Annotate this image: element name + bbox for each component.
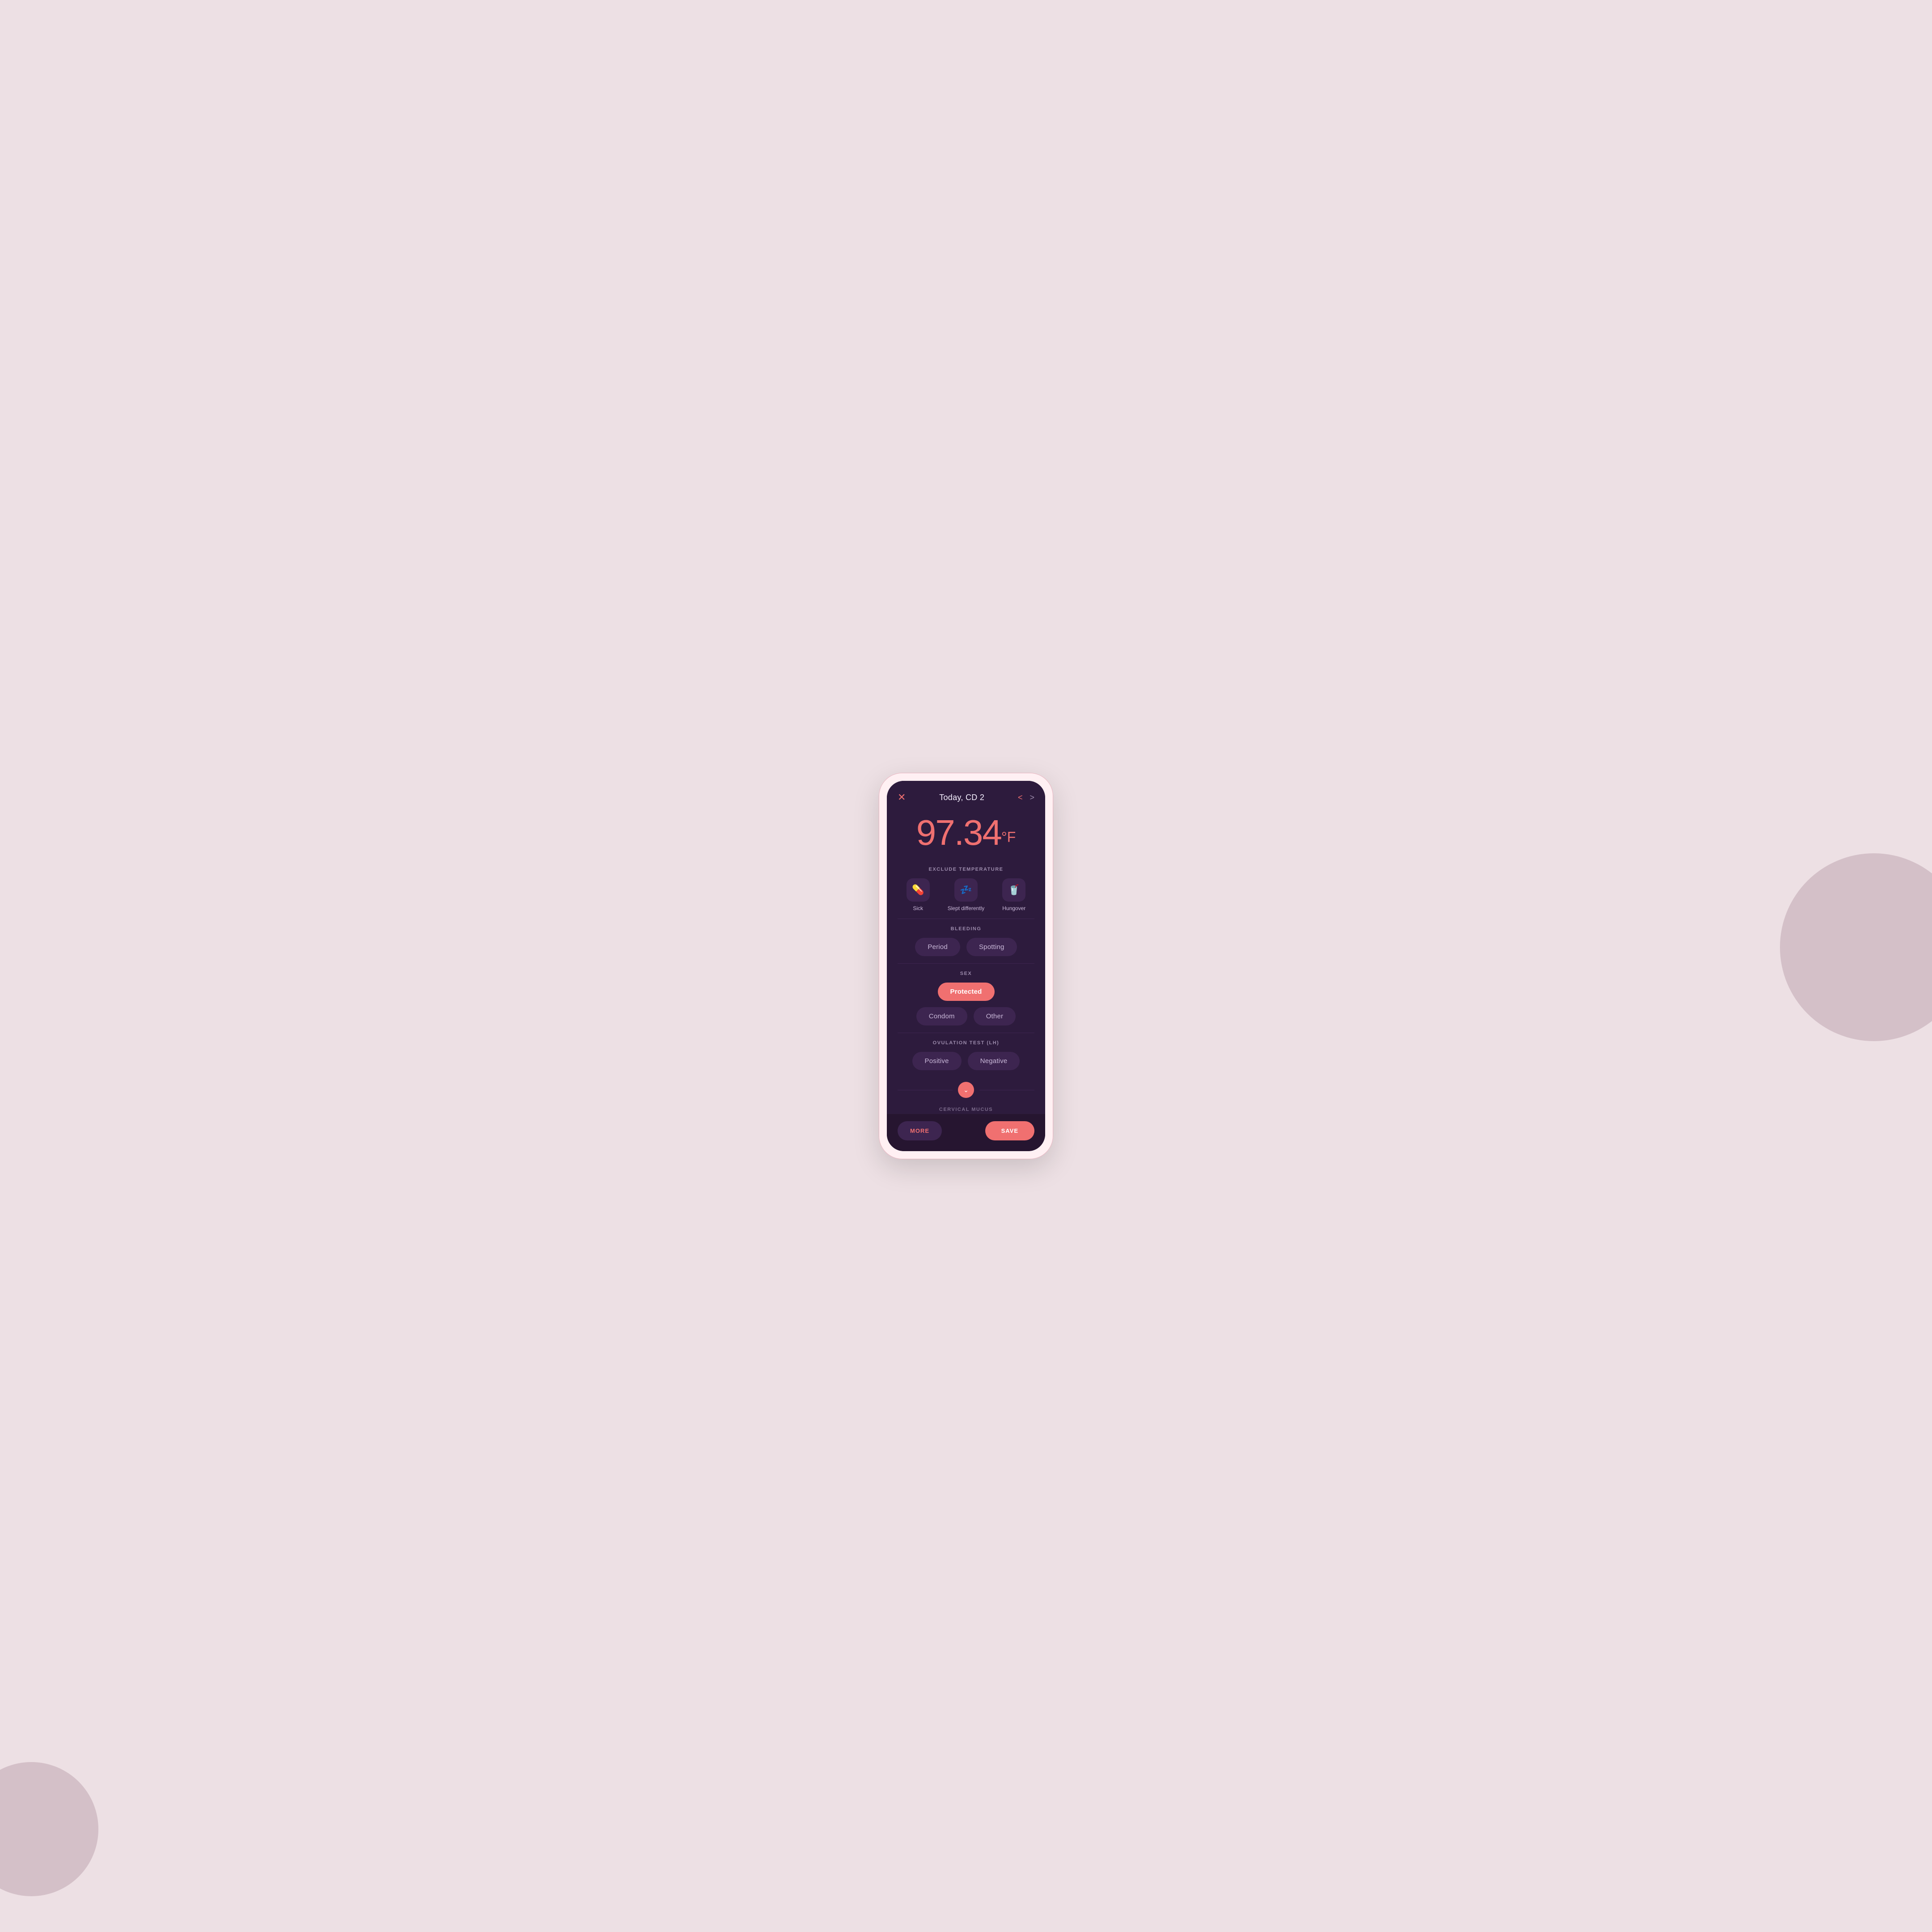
hungover-icon: 🥤 bbox=[1002, 878, 1025, 902]
bleeding-section: BLEEDING Period Spotting bbox=[887, 919, 1045, 963]
slept-differently-label: Slept differently bbox=[948, 905, 985, 911]
nav-back-button[interactable]: < bbox=[1018, 793, 1023, 802]
save-button[interactable]: SAVE bbox=[985, 1121, 1034, 1140]
hungover-option[interactable]: 🥤 Hungover bbox=[1002, 878, 1025, 911]
protected-button[interactable]: Protected bbox=[938, 983, 995, 1001]
header-title: Today, CD 2 bbox=[939, 793, 984, 802]
exclude-temperature-section: EXCLUDE TEMPERATURE 💊 Sick 💤 Slept diffe… bbox=[887, 860, 1045, 919]
close-button[interactable]: ✕ bbox=[898, 792, 906, 803]
hungover-label: Hungover bbox=[1002, 905, 1025, 911]
ovulation-test-options: Positive Negative bbox=[898, 1052, 1034, 1070]
cervical-mucus-hint: CERVICAL MUCUS bbox=[887, 1102, 1045, 1114]
temperature-value: 97.34 bbox=[916, 813, 1001, 852]
exclude-temperature-label: EXCLUDE TEMPERATURE bbox=[898, 867, 1034, 872]
phone-frame: ✕ Today, CD 2 < > 97.34°F EXCLUDE TEMPER… bbox=[879, 773, 1053, 1159]
period-button[interactable]: Period bbox=[915, 938, 960, 956]
exclude-temperature-options: 💊 Sick 💤 Slept differently 🥤 Hungover bbox=[898, 878, 1034, 911]
ovulation-test-section: OVULATION TEST (LH) Positive Negative bbox=[887, 1033, 1045, 1077]
expand-button[interactable]: ⌄ bbox=[958, 1082, 974, 1098]
temperature-section: 97.34°F bbox=[887, 810, 1045, 860]
sick-label: Sick bbox=[913, 905, 923, 911]
bg-decoration-left bbox=[0, 1762, 98, 1896]
nav-forward-button[interactable]: > bbox=[1030, 793, 1034, 802]
sex-secondary-options: Condom Other bbox=[898, 1007, 1034, 1025]
header-navigation: < > bbox=[1018, 793, 1034, 802]
sex-label: SEX bbox=[898, 971, 1034, 976]
sick-option[interactable]: 💊 Sick bbox=[907, 878, 930, 911]
slept-differently-option[interactable]: 💤 Slept differently bbox=[948, 878, 985, 911]
temperature-unit: °F bbox=[1001, 829, 1016, 845]
more-button[interactable]: MORE bbox=[898, 1121, 942, 1140]
sex-primary-options: Protected bbox=[898, 983, 1034, 1001]
ovulation-test-label: OVULATION TEST (LH) bbox=[898, 1040, 1034, 1046]
temperature-display[interactable]: 97.34°F bbox=[898, 815, 1034, 851]
other-button[interactable]: Other bbox=[974, 1007, 1016, 1025]
sex-section: SEX Protected Condom Other bbox=[887, 964, 1045, 1033]
bg-decoration-right bbox=[1780, 853, 1932, 1041]
bottom-bar: MORE SAVE bbox=[887, 1114, 1045, 1151]
positive-button[interactable]: Positive bbox=[912, 1052, 962, 1070]
expand-section: ⌄ bbox=[887, 1077, 1045, 1102]
bleeding-options: Period Spotting bbox=[898, 938, 1034, 956]
phone-screen: ✕ Today, CD 2 < > 97.34°F EXCLUDE TEMPER… bbox=[887, 781, 1045, 1151]
condom-button[interactable]: Condom bbox=[916, 1007, 967, 1025]
sick-icon: 💊 bbox=[907, 878, 930, 902]
slept-differently-icon: 💤 bbox=[954, 878, 978, 902]
negative-button[interactable]: Negative bbox=[968, 1052, 1020, 1070]
screen-content: ✕ Today, CD 2 < > 97.34°F EXCLUDE TEMPER… bbox=[887, 781, 1045, 1151]
spotting-button[interactable]: Spotting bbox=[966, 938, 1017, 956]
header: ✕ Today, CD 2 < > bbox=[887, 781, 1045, 810]
bleeding-label: BLEEDING bbox=[898, 926, 1034, 932]
